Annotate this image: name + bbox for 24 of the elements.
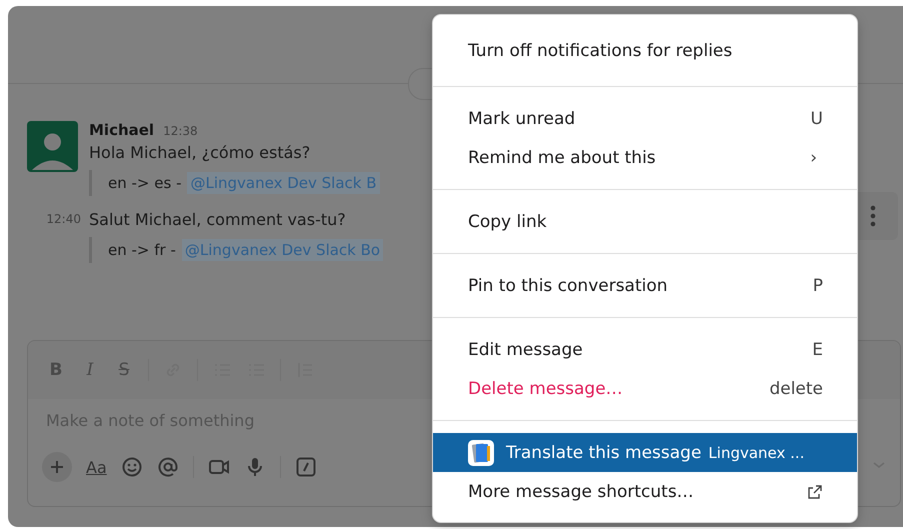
- menu-item[interactable]: Edit message E: [433, 330, 857, 369]
- avatar-icon: [27, 121, 78, 172]
- message-time: 12:38: [163, 124, 198, 138]
- message-text: Hola Michael, ¿cómo estás?: [89, 143, 312, 162]
- menu-item[interactable]: Turn off notifications for replies: [433, 31, 857, 70]
- menu-item[interactable]: Delete message… delete: [433, 369, 857, 408]
- mention-icon[interactable]: [156, 456, 179, 478]
- menu-item[interactable]: Pin to this conversation P: [433, 266, 857, 305]
- external-link-icon: [807, 484, 823, 500]
- message-text: Salut Michael, comment vas-tu?: [89, 210, 347, 229]
- quote-text: en -> es -: [108, 174, 182, 192]
- more-icon: [870, 205, 876, 227]
- menu-item[interactable]: Copy link: [433, 202, 857, 241]
- add-icon[interactable]: [42, 452, 72, 482]
- menu-item[interactable]: Remind me about this ›: [433, 138, 857, 177]
- menu-item[interactable]: Translate this message Lingvanex ...: [433, 433, 857, 472]
- author-name[interactable]: Michael: [89, 121, 154, 139]
- book-icon: [468, 440, 494, 466]
- shortcuts-icon[interactable]: [294, 456, 317, 478]
- menu-item[interactable]: Mark unread U: [433, 99, 857, 138]
- emoji-icon[interactable]: [120, 456, 143, 478]
- quote-text: en -> fr -: [108, 241, 176, 259]
- message-time: 12:40: [46, 212, 81, 228]
- menu-item[interactable]: More message shortcuts…: [433, 472, 857, 511]
